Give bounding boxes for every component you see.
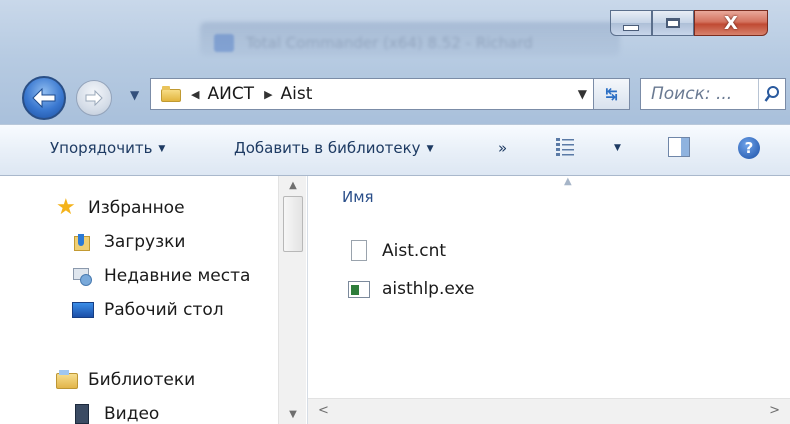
refresh-icon: ↹: [605, 85, 618, 103]
sidebar-item-label: Загрузки: [104, 232, 186, 252]
chevron-down-icon: ▼: [426, 143, 434, 154]
close-icon: X: [724, 12, 738, 34]
scrollbar-thumb[interactable]: [283, 196, 303, 252]
maximize-icon: [666, 18, 680, 28]
desktop-icon: [72, 300, 94, 320]
file-list: ▲ Имя Aist.cnt aisthlp.exe < >: [308, 176, 790, 424]
organize-button[interactable]: Упорядочить ▼: [50, 139, 165, 157]
scroll-right-icon[interactable]: >: [769, 403, 780, 418]
organize-label: Упорядочить: [50, 139, 153, 157]
maximize-button[interactable]: [652, 10, 694, 36]
breadcrumb-item[interactable]: АИСТ: [207, 84, 254, 104]
refresh-button[interactable]: ↹: [594, 78, 630, 110]
name-column-header[interactable]: Имя: [342, 188, 374, 206]
change-view-icon[interactable]: [556, 137, 574, 157]
sidebar-item-recent-places[interactable]: Недавние места: [72, 266, 250, 286]
star-icon: ★: [56, 195, 76, 220]
background-app-icon: [214, 34, 234, 52]
folder-icon: [161, 86, 181, 102]
address-dropdown-icon[interactable]: ▼: [578, 87, 587, 101]
preview-pane-icon[interactable]: [668, 137, 690, 157]
content-area: ★ Избранное Загрузки Недавние места Рабо…: [0, 176, 790, 424]
window-frame: Total Commander (x64) 8.52 - Richard X ▼…: [0, 0, 790, 124]
minimize-icon: [623, 25, 639, 31]
breadcrumb-separator-icon[interactable]: ▶: [264, 88, 272, 101]
recent-pages-dropdown[interactable]: ▼: [130, 88, 139, 102]
minimize-button[interactable]: [610, 10, 652, 36]
scroll-left-icon[interactable]: <: [318, 403, 329, 418]
background-window-title: Total Commander (x64) 8.52 - Richard: [246, 34, 533, 52]
breadcrumb-separator-icon[interactable]: ◀: [191, 88, 199, 101]
sidebar-item-label: Рабочий стол: [104, 300, 224, 320]
list-item[interactable]: aisthlp.exe: [348, 278, 475, 300]
help-icon[interactable]: ?: [738, 137, 760, 159]
navigation-pane: ★ Избранное Загрузки Недавние места Рабо…: [0, 176, 308, 424]
search-icon[interactable]: [758, 79, 785, 109]
file-icon: [348, 240, 370, 262]
close-button[interactable]: X: [694, 10, 768, 36]
downloads-icon: [72, 232, 94, 252]
horizontal-scrollbar[interactable]: < >: [308, 398, 790, 424]
sidebar-item-libraries[interactable]: Библиотеки: [56, 370, 195, 390]
navigation-scrollbar[interactable]: ▲ ▼: [278, 176, 306, 424]
sidebar-item-downloads[interactable]: Загрузки: [72, 232, 185, 252]
arrow-right-icon: [85, 89, 103, 107]
breadcrumb-item[interactable]: Aist: [281, 84, 313, 104]
search-input[interactable]: Поиск: ...: [651, 84, 732, 104]
add-to-library-button[interactable]: Добавить в библиотеку ▼: [234, 139, 433, 157]
add-to-library-label: Добавить в библиотеку: [234, 139, 421, 157]
more-commands-button[interactable]: »: [498, 139, 507, 157]
sidebar-item-favorites[interactable]: ★ Избранное: [56, 195, 185, 220]
command-bar: Упорядочить ▼ Добавить в библиотеку ▼ » ▼ …: [0, 124, 790, 176]
file-name: aisthlp.exe: [382, 279, 475, 299]
window-controls: X: [610, 10, 768, 40]
video-icon: [72, 404, 94, 424]
libraries-icon: [56, 370, 78, 390]
scroll-up-icon[interactable]: ▲: [279, 180, 307, 191]
recent-places-icon: [72, 266, 94, 286]
sort-ascending-icon: ▲: [564, 176, 572, 187]
back-button[interactable]: [22, 76, 66, 120]
file-name: Aist.cnt: [382, 241, 447, 261]
sidebar-item-video[interactable]: Видео: [72, 404, 159, 424]
scroll-down-icon[interactable]: ▼: [279, 409, 307, 420]
arrow-left-icon: [32, 87, 56, 109]
forward-button[interactable]: [76, 80, 112, 116]
list-item[interactable]: Aist.cnt: [348, 240, 446, 262]
chevron-down-icon: ▼: [158, 143, 166, 154]
sidebar-item-label: Библиотеки: [88, 370, 196, 390]
sidebar-item-label: Недавние места: [104, 266, 251, 286]
view-options-dropdown-icon[interactable]: ▼: [614, 143, 621, 153]
magnifier-icon: [764, 86, 779, 102]
exe-icon: [348, 278, 370, 300]
sidebar-item-desktop[interactable]: Рабочий стол: [72, 300, 224, 320]
address-bar[interactable]: ◀ АИСТ ▶ Aist ▼: [150, 78, 594, 110]
sidebar-item-label: Видео: [104, 404, 160, 424]
explorer-window: Total Commander (x64) 8.52 - Richard X ▼…: [0, 0, 790, 424]
sidebar-item-label: Избранное: [88, 198, 185, 218]
search-box[interactable]: Поиск: ...: [640, 78, 786, 110]
